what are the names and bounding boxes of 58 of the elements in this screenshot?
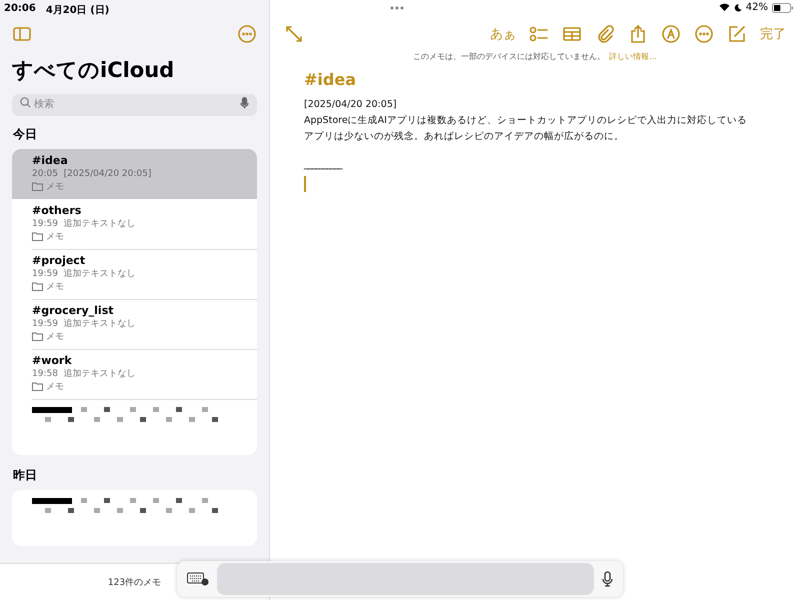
multitask-dots-icon[interactable] [390,6,404,10]
more-icon[interactable] [237,24,257,44]
sidebar-icon[interactable] [12,24,32,44]
folder-title: すべてのiCloud [11,57,176,84]
folder-name: メモ [46,281,64,293]
folder-name: メモ [46,381,64,393]
text-cursor [304,176,306,192]
input-field[interactable] [217,563,594,595]
paperclip-icon[interactable] [595,24,615,44]
note-count: 123件のメモ [108,576,162,588]
section-heading: 今日 [12,126,38,143]
folder-name: メモ [46,331,64,343]
folder-icon [32,232,43,241]
wifi-icon [718,3,730,12]
folder-icon [32,282,43,291]
note-text-line: AppStoreに生成AIアプリは複数あるけど、ショートカットアプリのレシピで入出力に対応している [304,114,748,128]
checklist-icon[interactable] [529,24,549,44]
note-title: #idea [32,154,69,168]
folder-icon [32,332,43,341]
note-text-line: [2025/04/20 20:05] [304,98,398,112]
status-time: 20:06 [4,3,36,16]
separator-line-text: __________ [304,159,344,170]
note-meta: 19:58 追加テキストなし [32,368,137,380]
note-meta: 19:59 追加テキストなし [32,268,137,280]
battery-icon [772,2,794,12]
note-meta: 19:59 追加テキストなし [32,318,137,330]
moon-icon [734,3,742,12]
share-icon[interactable] [628,24,648,44]
search-icon [20,97,31,108]
folder-icon [32,382,43,391]
keyboard-icon[interactable] [187,572,209,586]
note-heading: #idea [304,70,357,89]
section-heading: 昨日 [12,467,38,484]
table-icon[interactable] [562,24,582,44]
note-meta: 19:59 追加テキストなし [32,218,137,230]
expand-icon[interactable] [284,24,304,44]
search-field[interactable]: 検索 [12,94,257,116]
note-text-line: アプリは少ないのが残念。あればレシピのアイデアの幅が広がるのに。 [304,130,625,144]
note-title: #work [32,354,73,368]
note-title: #grocery_list [32,304,114,318]
compatibility-notice: このメモは、一部のデバイスには対応していません。 詳しい情報... [412,51,658,62]
folder-icon [32,182,43,191]
folder-name: メモ [46,231,64,243]
note-list-item[interactable]: #grocery_list 19:59 追加テキストなし メモ [12,299,257,349]
note-list-item[interactable]: #idea 20:05 [2025/04/20 20:05] メモ [12,149,257,199]
note-list-item[interactable]: #work 19:58 追加テキストなし メモ [12,349,257,399]
compose-icon[interactable] [727,24,747,44]
folder-name: メモ [46,181,64,193]
battery-percent: 42% [746,2,768,13]
note-list-item[interactable]: #project 19:59 追加テキストなし メモ [12,249,257,299]
markup-icon[interactable] [661,24,681,44]
status-date: 4月20日 (日) [46,4,110,18]
note-list-item[interactable]: #others 19:59 追加テキストなし メモ [12,199,257,249]
note-title: #project [32,254,86,268]
more-icon[interactable] [694,24,714,44]
microphone-icon[interactable] [602,571,613,587]
note-title: #others [32,204,82,218]
note-meta: 20:05 [2025/04/20 20:05] [32,168,152,180]
